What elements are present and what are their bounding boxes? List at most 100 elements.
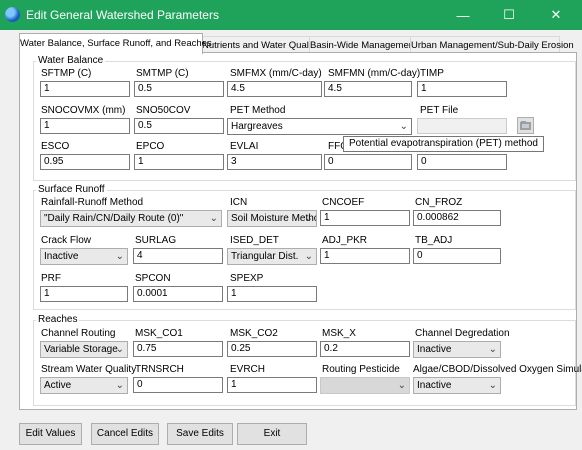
algae-value: Inactive [417, 380, 452, 391]
surlag-input[interactable]: 4 [133, 248, 223, 264]
tb-adj-input[interactable]: 0 [413, 248, 501, 264]
chevron-down-icon: ⌄ [399, 121, 408, 132]
crack-flow-select[interactable]: Inactive ⌄ [40, 248, 128, 265]
smfmn-label: SMFMN (mm/C-day) [328, 68, 421, 79]
chevron-down-icon: ⌄ [209, 213, 218, 224]
chevron-down-icon: ⌄ [304, 251, 313, 262]
channel-degradation-value: Inactive [417, 344, 452, 355]
cancel-edits-button[interactable]: Cancel Edits [91, 423, 159, 445]
pet-method-label: PET Method [230, 105, 286, 116]
smfmn-input[interactable]: 4.5 [324, 81, 412, 97]
spcon-label: SPCON [135, 273, 171, 284]
evrch-label: EVRCH [230, 364, 266, 375]
stream-water-quality-select[interactable]: Active ⌄ [40, 377, 128, 394]
prf-label: PRF [41, 273, 61, 284]
sftmp-input[interactable]: 1 [40, 81, 130, 97]
snocovmx-label: SNOCOVMX (mm) [41, 105, 126, 116]
timp-input[interactable]: 1 [417, 81, 507, 97]
tb-adj-label: TB_ADJ [415, 235, 453, 246]
surface-runoff-title: Surface Runoff [36, 184, 107, 196]
spexp-label: SPEXP [230, 273, 264, 284]
snocovmx-input[interactable]: 1 [40, 118, 130, 134]
pet-method-value: Hargreaves [231, 121, 283, 132]
smtmp-input[interactable]: 0.5 [134, 81, 224, 97]
trnsrch-input[interactable]: 0 [133, 377, 223, 393]
ised-det-select[interactable]: Triangular Dist. ⌄ [227, 248, 317, 265]
adj-pkr-label: ADJ_PKR [322, 235, 368, 246]
channel-routing-value: Variable Storage [44, 344, 118, 355]
stream-water-quality-label: Stream Water Quality [41, 364, 137, 375]
close-button[interactable]: ✕ [533, 0, 579, 30]
trnsrch-label: TRNSRCH [135, 364, 184, 375]
algae-select[interactable]: Inactive ⌄ [413, 377, 501, 394]
adj-pkr-input[interactable]: 1 [320, 248, 410, 264]
chevron-down-icon: ⌄ [115, 344, 124, 355]
exit-button[interactable]: Exit [237, 423, 307, 445]
rainfall-runoff-select[interactable]: "Daily Rain/CN/Daily Route (0)" ⌄ [40, 210, 222, 227]
tab-water-balance[interactable]: Water Balance, Surface Runoff, and Reach… [19, 33, 212, 54]
msk-co1-label: MSK_CO1 [135, 328, 183, 339]
pet-method-tooltip: Potential evapotranspiration (PET) metho… [343, 136, 544, 152]
cn-froz-input[interactable]: 0.000862 [413, 210, 501, 226]
msk-co2-label: MSK_CO2 [230, 328, 278, 339]
smfmx-label: SMFMX (mm/C-day) [230, 68, 322, 79]
epco-label: EPCO [136, 141, 165, 152]
crack-flow-value: Inactive [44, 251, 79, 262]
esco-input[interactable]: 0.95 [40, 154, 130, 170]
smfmx-input[interactable]: 4.5 [227, 81, 322, 97]
ffcb-input[interactable]: 0 [324, 154, 412, 170]
icn-label: ICN [230, 197, 248, 208]
smtmp-label: SMTMP (C) [136, 68, 189, 79]
minimize-button[interactable]: — [440, 0, 486, 30]
stream-water-quality-value: Active [44, 380, 72, 391]
epco-input[interactable]: 1 [134, 154, 224, 170]
channel-routing-label: Channel Routing [41, 328, 116, 339]
cn-froz-label: CN_FROZ [415, 197, 463, 208]
ised-det-label: ISED_DET [230, 235, 279, 246]
msk-co1-input[interactable]: 0.75 [133, 341, 223, 357]
browse-folder-icon[interactable] [517, 117, 534, 134]
cncoef-input[interactable]: 1 [320, 210, 410, 226]
channel-degradation-label: Channel Degredation [415, 328, 510, 339]
icn-select[interactable]: Soil Moisture Metho ⌄ [227, 210, 317, 227]
routing-pesticide-select[interactable]: ⌄ [320, 377, 410, 394]
rainfall-runoff-label: Rainfall-Runoff Method [41, 197, 144, 208]
algae-label: Algae/CBOD/Dissolved Oxygen Simulation [413, 364, 582, 375]
chevron-down-icon: ⌄ [304, 213, 313, 224]
channel-degradation-select[interactable]: Inactive ⌄ [413, 341, 501, 358]
sno50cov-label: SNO50COV [136, 105, 191, 116]
msk-x-input[interactable]: 0.2 [320, 341, 410, 357]
surlag-label: SURLAG [135, 235, 177, 246]
edit-values-button[interactable]: Edit Values [19, 423, 82, 445]
crack-flow-label: Crack Flow [41, 235, 92, 246]
evrch-input[interactable]: 1 [227, 377, 317, 393]
chevron-down-icon: ⌄ [115, 251, 124, 262]
msk-co2-input[interactable]: 0.25 [227, 341, 317, 357]
rainfall-runoff-value: "Daily Rain/CN/Daily Route (0)" [44, 213, 184, 224]
save-edits-button[interactable]: Save Edits [167, 423, 233, 445]
pet-file-input[interactable] [417, 118, 507, 134]
evlai-input[interactable]: 3 [227, 154, 322, 170]
prf-input[interactable]: 1 [40, 286, 128, 302]
spcon-input[interactable]: 0.0001 [133, 286, 223, 302]
extra-input[interactable]: 0 [417, 154, 507, 170]
water-balance-title: Water Balance [36, 55, 106, 67]
chevron-down-icon: ⌄ [488, 380, 497, 391]
cncoef-label: CNCOEF [322, 197, 365, 208]
sno50cov-input[interactable]: 0.5 [134, 118, 224, 134]
routing-pesticide-label: Routing Pesticide [322, 364, 400, 375]
window-title: Edit General Watershed Parameters [26, 8, 219, 22]
sftmp-label: SFTMP (C) [41, 68, 92, 79]
evlai-label: EVLAI [230, 141, 259, 152]
chevron-down-icon: ⌄ [397, 380, 406, 391]
globe-icon [5, 7, 20, 22]
pet-file-label: PET File [420, 105, 459, 116]
esco-label: ESCO [41, 141, 70, 152]
channel-routing-select[interactable]: Variable Storage ⌄ [40, 341, 128, 358]
reaches-title: Reaches [36, 314, 80, 326]
pet-method-select[interactable]: Hargreaves ⌄ [227, 118, 412, 135]
ised-det-value: Triangular Dist. [231, 251, 299, 262]
spexp-input[interactable]: 1 [227, 286, 317, 302]
chevron-down-icon: ⌄ [115, 380, 124, 391]
maximize-button[interactable]: ☐ [486, 0, 532, 30]
